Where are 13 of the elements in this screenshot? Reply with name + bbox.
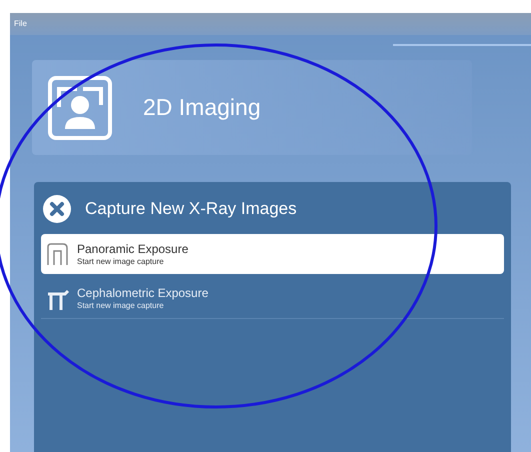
- module-title: 2D Imaging: [143, 93, 261, 122]
- item-subtitle: Start new image capture: [77, 256, 165, 266]
- panel-title: Capture New X-Ray Images: [85, 198, 297, 220]
- item-title: Panoramic Exposure: [77, 242, 188, 256]
- module-tile[interactable]: 2D Imaging: [32, 60, 472, 155]
- menu-item[interactable]: File: [14, 18, 27, 30]
- arch-icon: [45, 241, 71, 267]
- exposure-item[interactable]: Panoramic Exposure Start new image capture: [41, 234, 504, 274]
- close-icon[interactable]: [43, 195, 71, 223]
- person-icon: [47, 74, 113, 140]
- item-subtitle: Start new image capture: [77, 301, 165, 311]
- exposure-item[interactable]: Cephalometric Exposure Start new image capture: [41, 279, 504, 319]
- item-title: Cephalometric Exposure: [77, 286, 208, 301]
